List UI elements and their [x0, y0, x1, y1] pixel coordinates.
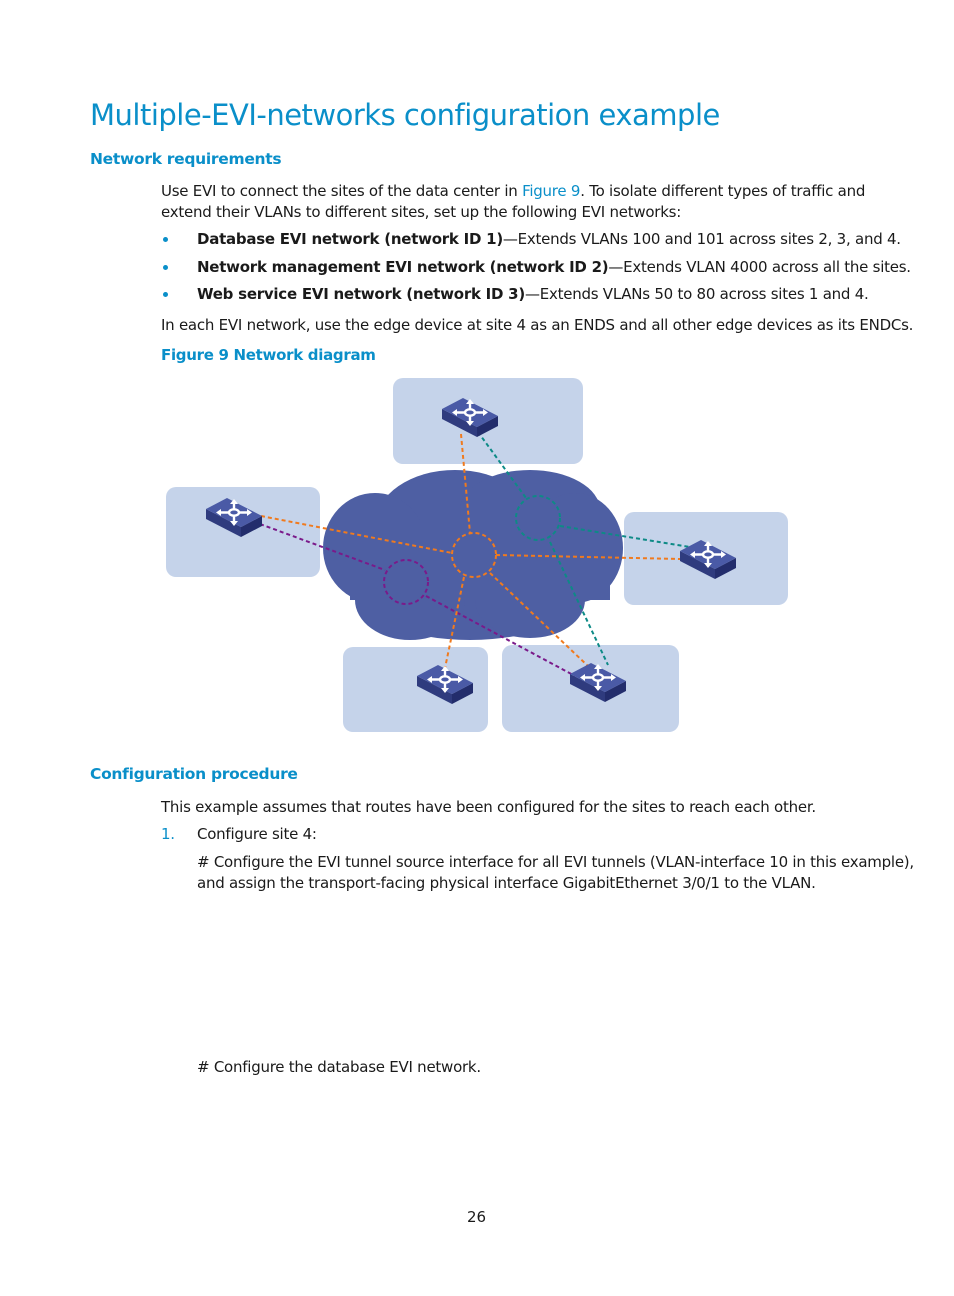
- procedure-intro: This example assumes that routes have be…: [161, 798, 816, 816]
- transport-cloud: [323, 470, 623, 640]
- config-comment-line: # Configure the EVI tunnel source interf…: [197, 853, 914, 871]
- page-number: 26: [467, 1208, 487, 1226]
- config-comment-database: # Configure the database EVI network.: [197, 1058, 481, 1076]
- step-number: 1.: [161, 825, 175, 843]
- step-label: Configure site 4:: [197, 825, 317, 843]
- network-diagram: [166, 378, 788, 732]
- section-heading-configuration-procedure: Configuration procedure: [90, 765, 298, 783]
- config-comment-line: and assign the transport-facing physical…: [197, 874, 816, 892]
